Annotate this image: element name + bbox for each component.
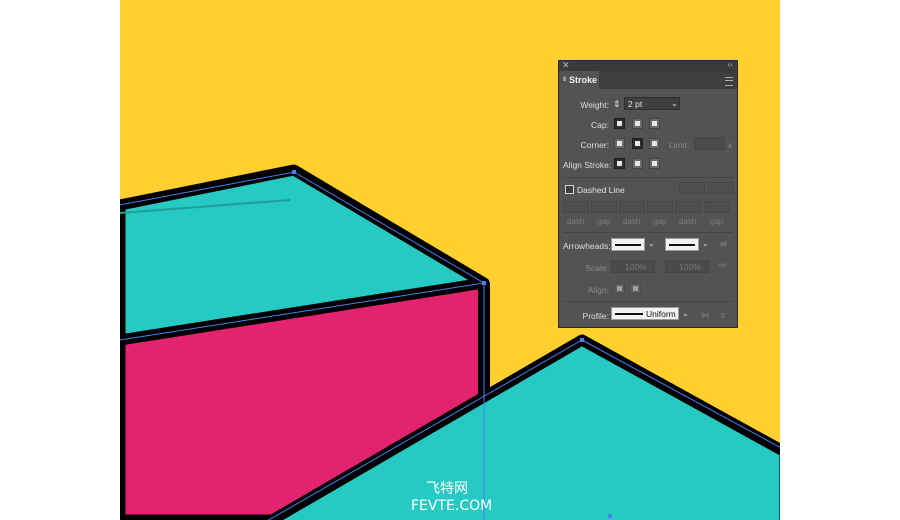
round-join-icon[interactable] (632, 138, 643, 149)
arrow-tip-at-end-icon[interactable] (630, 283, 641, 294)
weight-stepper-icon[interactable]: ⇕ (613, 99, 621, 110)
start-arrowhead-select[interactable] (611, 238, 645, 251)
preserve-dash-icon[interactable] (679, 182, 705, 194)
tab-stroke[interactable]: ⇕ Stroke (559, 71, 599, 89)
profile-value: Uniform (646, 309, 676, 319)
arrow-tip-beyond-icon[interactable] (614, 283, 625, 294)
bevel-join-icon[interactable] (649, 138, 660, 149)
divider (563, 177, 733, 178)
anchor-point (580, 338, 584, 342)
limit-label: Limit: (669, 140, 690, 150)
flip-across-icon[interactable]: ⧖ (720, 310, 726, 321)
panel-titlebar: ✕ ‹‹ (559, 60, 737, 71)
dash-label: dash (567, 217, 585, 226)
line-swatch (615, 244, 641, 246)
dash-field-2[interactable] (619, 201, 645, 213)
weight-input[interactable]: 2 pt ⌄ (624, 97, 680, 110)
chevron-down-icon[interactable]: ⌄ (671, 99, 678, 108)
start-scale-value: 100% (625, 262, 647, 272)
anchor-point (292, 170, 296, 174)
close-icon[interactable]: ✕ (562, 60, 570, 71)
end-scale-input[interactable]: 100% (665, 260, 709, 273)
align-outside-icon[interactable] (649, 158, 660, 169)
stroke-panel: ✕ ‹‹ ⇕ Stroke Weight: ⇕ 2 pt ⌄ Cap: Corn… (558, 60, 738, 328)
divider (563, 232, 733, 233)
limit-input[interactable] (694, 137, 725, 150)
dash-label: dash (679, 217, 697, 226)
end-arrowhead-select[interactable] (665, 238, 699, 251)
dash-field-1[interactable] (563, 201, 589, 213)
dash-label: dash (623, 217, 641, 226)
butt-cap-icon[interactable] (614, 118, 625, 129)
round-cap-icon[interactable] (632, 118, 643, 129)
panel-tabrow: ⇕ Stroke (559, 71, 737, 89)
weight-value: 2 pt (628, 99, 643, 109)
dashed-line-label: Dashed Line (577, 185, 625, 195)
align-label: Align: (587, 285, 609, 295)
cap-label: Cap: (591, 120, 609, 130)
end-scale-value: 100% (679, 262, 701, 272)
anchor-point (482, 281, 486, 285)
collapse-icon[interactable]: ‹‹ (728, 60, 733, 69)
chevron-down-icon[interactable]: ⌄ (682, 309, 689, 318)
gap-label: gap (710, 217, 724, 226)
line-swatch (669, 244, 695, 246)
chevron-down-icon[interactable]: ⌄ (648, 239, 655, 248)
swap-arrowheads-icon[interactable]: ⇄ (720, 239, 727, 250)
weight-label: Weight: (580, 100, 609, 110)
link-scale-icon[interactable]: ⚯ (719, 260, 726, 271)
panel-menu-icon[interactable] (725, 77, 733, 86)
gap-field-2[interactable] (647, 201, 673, 213)
line-swatch (615, 313, 643, 315)
profile-select[interactable]: Uniform (611, 307, 679, 320)
flip-along-icon[interactable]: ⋈ (701, 310, 710, 321)
miter-join-icon[interactable] (614, 138, 625, 149)
scale-label: Scale: (585, 263, 609, 273)
divider (563, 301, 733, 302)
anchor-point (608, 514, 612, 518)
updown-icon: ⇕ (562, 77, 568, 83)
watermark-line1: 飞特网 (426, 481, 468, 497)
align-stroke-label: Align Stroke: (563, 160, 612, 170)
profile-label: Profile: (582, 311, 609, 321)
dash-field-3[interactable] (675, 201, 701, 213)
dashed-line-checkbox[interactable] (565, 185, 574, 194)
align-dash-icon[interactable] (708, 182, 734, 194)
arrowheads-label: Arrowheads: (563, 241, 611, 251)
gap-label: gap (653, 217, 667, 226)
tab-label: Stroke (569, 75, 598, 85)
gap-field-3[interactable] (704, 201, 730, 213)
align-center-icon[interactable] (614, 158, 625, 169)
align-inside-icon[interactable] (632, 158, 643, 169)
corner-label: Corner: (580, 140, 609, 150)
limit-suffix: x (728, 140, 733, 150)
watermark-line2: FEVTE.COM (411, 498, 493, 514)
chevron-down-icon[interactable]: ⌄ (702, 239, 709, 248)
projecting-cap-icon[interactable] (649, 118, 660, 129)
start-scale-input[interactable]: 100% (611, 260, 655, 273)
gap-label: gap (597, 217, 611, 226)
gap-field-1[interactable] (591, 201, 617, 213)
